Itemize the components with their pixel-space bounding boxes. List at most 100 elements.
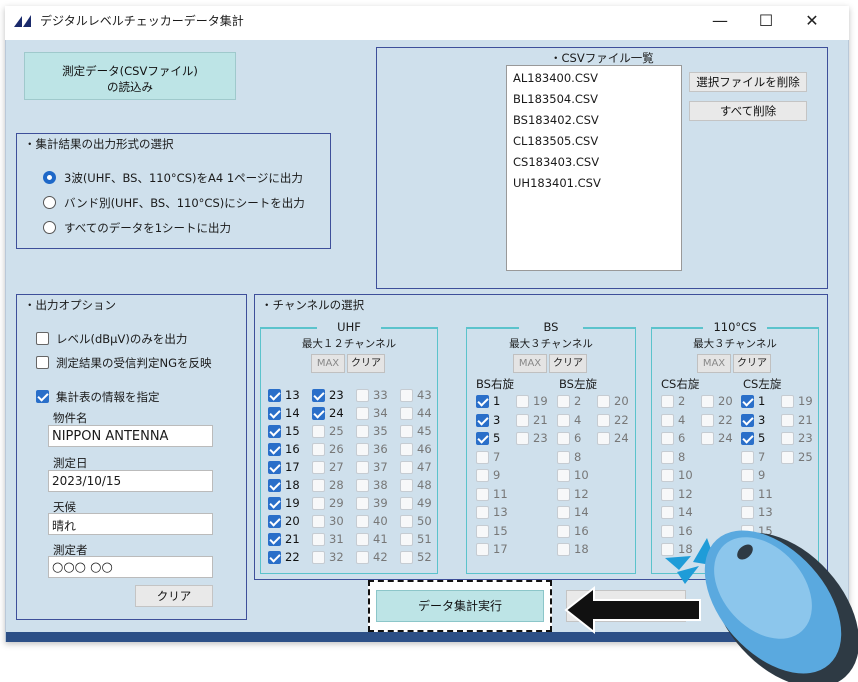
channel-bs-4-checkbox[interactable] bbox=[557, 413, 570, 427]
channel-cs-11-checkbox[interactable] bbox=[741, 487, 754, 501]
list-item[interactable]: CL183505.CSV bbox=[513, 134, 598, 148]
format-radio-band[interactable] bbox=[43, 196, 56, 209]
channel-bs-7-checkbox[interactable] bbox=[476, 450, 489, 464]
channel-cs-19-checkbox[interactable] bbox=[781, 395, 794, 408]
channel-bs-1-checkbox[interactable] bbox=[476, 395, 489, 408]
channel-cs-12-checkbox[interactable] bbox=[661, 487, 674, 501]
channel-cs-25-checkbox[interactable] bbox=[781, 450, 794, 464]
channel-bs-3-checkbox[interactable] bbox=[476, 413, 489, 427]
channel-uhf-17-checkbox[interactable] bbox=[268, 461, 281, 474]
list-item[interactable]: UH183401.CSV bbox=[513, 176, 601, 190]
channel-uhf-49-checkbox[interactable] bbox=[400, 497, 413, 510]
execute-button[interactable]: データ集計実行 bbox=[376, 590, 544, 622]
channel-bs-24-checkbox[interactable] bbox=[597, 432, 610, 445]
channel-uhf-25-checkbox[interactable] bbox=[312, 425, 325, 438]
channel-uhf-28-checkbox[interactable] bbox=[312, 479, 325, 492]
channel-bs-16-checkbox[interactable] bbox=[557, 524, 570, 538]
operator-field[interactable]: ○○○ ○○ bbox=[48, 556, 213, 578]
csv-file-list[interactable]: AL183400.CSV BL183504.CSV BS183402.CSV C… bbox=[506, 65, 682, 271]
channel-bs-21-checkbox[interactable] bbox=[516, 413, 529, 427]
channel-uhf-23-checkbox[interactable] bbox=[312, 389, 325, 402]
channel-uhf-40-checkbox[interactable] bbox=[356, 515, 369, 528]
date-field[interactable]: 2023/10/15 bbox=[48, 470, 213, 492]
channel-uhf-33-checkbox[interactable] bbox=[356, 389, 369, 402]
list-item[interactable]: CS183403.CSV bbox=[513, 155, 599, 169]
channel-bs-6-checkbox[interactable] bbox=[557, 432, 570, 445]
channel-bs-17-checkbox[interactable] bbox=[476, 543, 489, 556]
channel-uhf-13-checkbox[interactable] bbox=[268, 389, 281, 402]
channel-bs-15-checkbox[interactable] bbox=[476, 524, 489, 538]
channel-uhf-27-checkbox[interactable] bbox=[312, 461, 325, 474]
delete-selected-button[interactable]: 選択ファイルを削除 bbox=[689, 72, 807, 92]
list-item[interactable]: AL183400.CSV bbox=[513, 71, 598, 85]
specify-info-checkbox[interactable] bbox=[36, 390, 49, 403]
channel-uhf-41-checkbox[interactable] bbox=[356, 533, 369, 546]
channel-cs-10-checkbox[interactable] bbox=[661, 469, 674, 482]
channel-cs-1-checkbox[interactable] bbox=[741, 395, 754, 408]
format-radio-a4[interactable] bbox=[43, 171, 56, 184]
channel-uhf-15-checkbox[interactable] bbox=[268, 425, 281, 438]
channel-uhf-48-checkbox[interactable] bbox=[400, 479, 413, 492]
channel-cs-2-checkbox[interactable] bbox=[661, 395, 674, 408]
channel-bs-13-checkbox[interactable] bbox=[476, 506, 489, 519]
channel-cs-3-checkbox[interactable] bbox=[741, 413, 754, 427]
channel-uhf-39-checkbox[interactable] bbox=[356, 497, 369, 510]
channel-bs-11-checkbox[interactable] bbox=[476, 487, 489, 501]
level-only-checkbox[interactable] bbox=[36, 332, 49, 345]
close-button[interactable]: ✕ bbox=[790, 8, 834, 34]
channel-uhf-26-checkbox[interactable] bbox=[312, 443, 325, 456]
channel-bs-20-checkbox[interactable] bbox=[597, 395, 610, 408]
channel-uhf-35-checkbox[interactable] bbox=[356, 425, 369, 438]
channel-uhf-45-checkbox[interactable] bbox=[400, 425, 413, 438]
bs-clear-button[interactable]: クリア bbox=[549, 354, 587, 373]
clear-info-button[interactable]: クリア bbox=[135, 585, 213, 607]
channel-bs-23-checkbox[interactable] bbox=[516, 432, 529, 445]
uhf-max-button[interactable]: MAX bbox=[311, 354, 345, 373]
cs-max-button[interactable]: MAX bbox=[697, 354, 731, 373]
channel-uhf-20-checkbox[interactable] bbox=[268, 515, 281, 528]
channel-cs-20-checkbox[interactable] bbox=[701, 395, 714, 408]
ng-reflect-checkbox[interactable] bbox=[36, 356, 49, 369]
channel-uhf-31-checkbox[interactable] bbox=[312, 533, 325, 546]
channel-bs-10-checkbox[interactable] bbox=[557, 469, 570, 482]
channel-uhf-19-checkbox[interactable] bbox=[268, 497, 281, 510]
load-csv-button[interactable]: 測定データ(CSVファイル) の読込み bbox=[24, 52, 236, 100]
channel-uhf-21-checkbox[interactable] bbox=[268, 533, 281, 546]
format-radio-single[interactable] bbox=[43, 221, 56, 234]
channel-cs-13-checkbox[interactable] bbox=[741, 506, 754, 519]
channel-uhf-38-checkbox[interactable] bbox=[356, 479, 369, 492]
channel-bs-2-checkbox[interactable] bbox=[557, 395, 570, 408]
channel-cs-8-checkbox[interactable] bbox=[661, 450, 674, 464]
channel-uhf-16-checkbox[interactable] bbox=[268, 443, 281, 456]
channel-uhf-47-checkbox[interactable] bbox=[400, 461, 413, 474]
channel-uhf-42-checkbox[interactable] bbox=[356, 551, 369, 564]
maximize-button[interactable]: ☐ bbox=[744, 8, 788, 34]
channel-cs-23-checkbox[interactable] bbox=[781, 432, 794, 445]
channel-uhf-46-checkbox[interactable] bbox=[400, 443, 413, 456]
channel-uhf-44-checkbox[interactable] bbox=[400, 407, 413, 420]
channel-bs-8-checkbox[interactable] bbox=[557, 450, 570, 464]
channel-uhf-34-checkbox[interactable] bbox=[356, 407, 369, 420]
channel-uhf-52-checkbox[interactable] bbox=[400, 551, 413, 564]
channel-uhf-50-checkbox[interactable] bbox=[400, 515, 413, 528]
channel-uhf-43-checkbox[interactable] bbox=[400, 389, 413, 402]
list-item[interactable]: BS183402.CSV bbox=[513, 113, 599, 127]
channel-cs-4-checkbox[interactable] bbox=[661, 413, 674, 427]
channel-cs-24-checkbox[interactable] bbox=[701, 432, 714, 445]
uhf-clear-button[interactable]: クリア bbox=[347, 354, 385, 373]
channel-bs-5-checkbox[interactable] bbox=[476, 432, 489, 445]
weather-field[interactable]: 晴れ bbox=[48, 513, 213, 535]
channel-cs-9-checkbox[interactable] bbox=[741, 469, 754, 482]
channel-uhf-29-checkbox[interactable] bbox=[312, 497, 325, 510]
channel-cs-21-checkbox[interactable] bbox=[781, 413, 794, 427]
channel-bs-12-checkbox[interactable] bbox=[557, 487, 570, 501]
channel-cs-14-checkbox[interactable] bbox=[661, 506, 674, 519]
channel-uhf-51-checkbox[interactable] bbox=[400, 533, 413, 546]
minimize-button[interactable]: — bbox=[698, 8, 742, 34]
channel-uhf-14-checkbox[interactable] bbox=[268, 407, 281, 420]
channel-uhf-30-checkbox[interactable] bbox=[312, 515, 325, 528]
channel-uhf-37-checkbox[interactable] bbox=[356, 461, 369, 474]
channel-uhf-32-checkbox[interactable] bbox=[312, 551, 325, 564]
bs-max-button[interactable]: MAX bbox=[513, 354, 547, 373]
channel-cs-6-checkbox[interactable] bbox=[661, 432, 674, 445]
